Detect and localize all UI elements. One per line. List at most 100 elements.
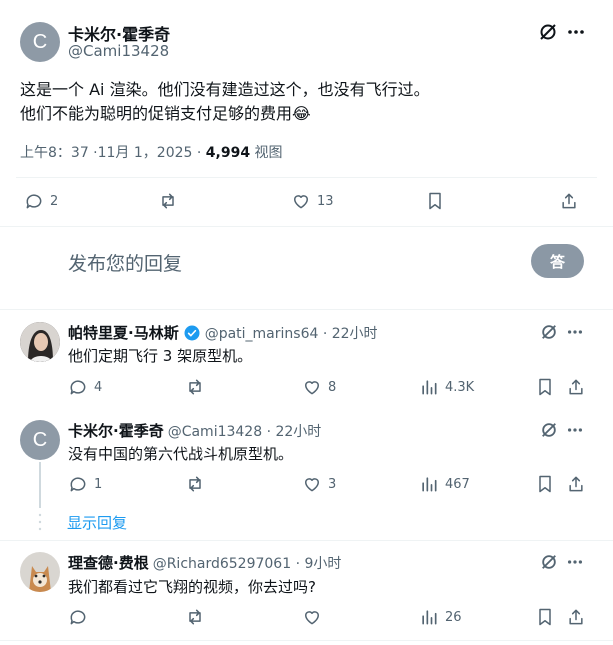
post-time[interactable]: 上午8：37 ·11月 1，2025 · [20,145,201,161]
reply-button-submit[interactable]: 答 [531,244,584,278]
post-text-line: 他们不能为聪明的促销支付足够的费用😂 [20,104,311,123]
more-icon[interactable] [566,22,586,42]
reply-icon [70,477,86,492]
views-count: 4,994 [205,145,251,161]
repost-button[interactable] [185,474,205,494]
author-handle[interactable]: @Cami13428 [68,42,169,60]
views-count: 26 [445,609,462,625]
repost-button[interactable] [158,191,178,211]
author-handle[interactable]: @Richard65297061 · 9小时 [153,553,342,573]
divider [0,640,613,641]
reply-count: 4 [94,379,103,395]
reply-header: 卡米尔·霍季奇 @Cami13428 · 22小时 [68,420,321,441]
repost-icon [162,193,174,209]
reply-header: 帕特里夏·马林斯 @pati_marins64 · 22小时 [68,322,378,343]
reply-submit-label: 答 [549,252,565,271]
grok-icon[interactable] [540,323,558,341]
divider [0,309,613,310]
reply-count: 2 [50,193,59,209]
like-count: 3 [328,476,337,492]
views-count: 4.3K [445,379,475,395]
like-button[interactable]: 3 [302,474,336,494]
divider [0,226,613,227]
like-icon [305,478,319,492]
avatar[interactable]: C [20,420,60,460]
reply-text: 我们都看过它飞翔的视频，你去过吗? [68,578,316,596]
like-button[interactable]: 13 [291,191,334,211]
bookmark-icon [539,378,551,396]
views-label: 视图 [254,145,283,161]
divider [16,177,597,178]
repost-button[interactable] [185,607,205,627]
share-icon [569,609,583,625]
composer-avatar-placeholder [24,240,60,276]
post-text: 这是一个 Ai 渲染。他们没有建造过这个，也没有飞行过。 他们不能为聪明的促销支… [20,78,430,126]
like-button[interactable] [302,607,322,627]
bookmark-button[interactable] [535,474,555,494]
reply-button[interactable]: 4 [68,377,102,397]
views-button[interactable]: 467 [419,474,470,494]
share-icon [562,193,576,209]
reply-button[interactable]: 1 [68,474,102,494]
verified-badge-icon [184,325,200,340]
like-icon [305,381,319,395]
reply-text: 他们定期飞行 3 架原型机。 [68,347,253,365]
avatar[interactable] [20,552,60,592]
reply-composer-input[interactable]: 发布您的回复 [68,249,182,276]
repost-icon [189,476,201,492]
author-name[interactable]: 理查德·费根 [68,552,149,573]
grok-icon[interactable] [538,22,558,42]
thread-line [39,462,41,508]
more-icon[interactable] [566,553,584,571]
repost-button[interactable] [185,377,205,397]
bookmark-icon [539,608,551,626]
reply-text: 没有中国的第六代战斗机原型机。 [68,445,294,463]
more-icon[interactable] [566,323,584,341]
views-icon [422,477,437,492]
share-button[interactable] [566,474,586,494]
reply-count: 1 [94,476,103,492]
reply-icon [70,380,86,395]
reply-button[interactable] [68,607,88,627]
bookmark-button[interactable] [535,607,555,627]
like-icon [305,611,319,625]
more-icon[interactable] [566,421,584,439]
share-button[interactable] [559,191,579,211]
like-count: 8 [328,379,337,395]
post-meta: 上午8：37 ·11月 1，2025 · 4,994 视图 [20,142,283,162]
author-name[interactable]: 帕特里夏·马林斯 [68,322,179,343]
bookmark-icon [539,475,551,493]
views-icon [422,610,437,625]
author-handle[interactable]: @pati_marins64 · 22小时 [205,323,378,343]
bookmark-button[interactable] [535,377,555,397]
show-replies-link[interactable]: 显示回复 [67,512,127,533]
share-button[interactable] [566,607,586,627]
avatar-letter: C [32,30,48,53]
divider [0,540,613,541]
views-button[interactable]: 26 [419,607,462,627]
avatar[interactable]: C [20,22,60,62]
views-count: 467 [445,476,470,492]
grok-icon[interactable] [540,421,558,439]
repost-icon [189,379,201,395]
author-handle[interactable]: @Cami13428 · 22小时 [168,421,322,441]
reply-header: 理查德·费根 @Richard65297061 · 9小时 [68,552,341,573]
bookmark-icon [429,192,441,210]
views-button[interactable]: 4.3K [419,377,474,397]
reply-icon [70,610,86,625]
share-button[interactable] [566,377,586,397]
bookmark-button[interactable] [425,191,445,211]
reply-icon [26,194,42,209]
reply-button[interactable]: 2 [24,191,58,211]
like-count: 13 [317,193,334,209]
avatar-letter: C [32,428,48,451]
avatar[interactable] [20,322,60,362]
repost-icon [189,609,201,625]
views-icon [422,380,437,395]
grok-icon[interactable] [540,553,558,571]
like-button[interactable]: 8 [302,377,336,397]
like-icon [294,195,308,209]
share-icon [569,476,583,492]
share-icon [569,379,583,395]
author-name[interactable]: 卡米尔·霍季奇 [68,420,164,441]
